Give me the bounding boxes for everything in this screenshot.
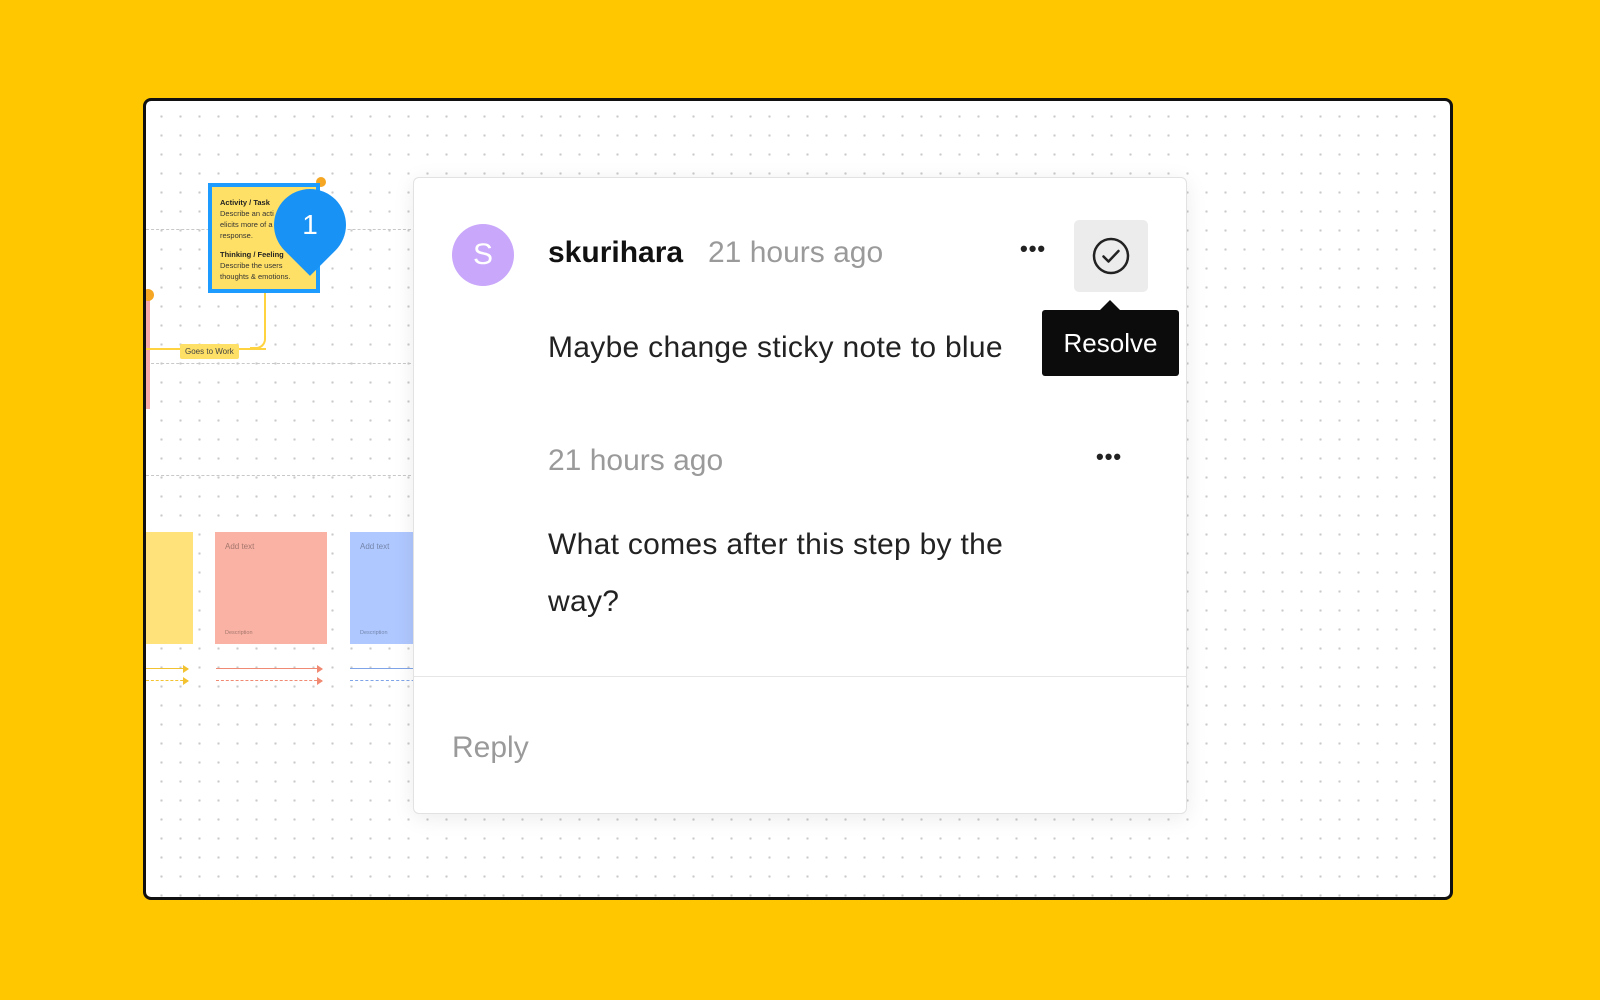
- comment-author: skurihara: [548, 236, 684, 269]
- reply-input[interactable]: Reply: [452, 720, 1142, 776]
- comment-panel: S skurihara 21 hours ago ••• Resolve May…: [413, 177, 1187, 814]
- avatar[interactable]: S: [452, 224, 514, 286]
- divider: [414, 676, 1186, 677]
- sticky-note[interactable]: Add text Description: [215, 532, 327, 644]
- lane-marker: [146, 299, 150, 409]
- sticky-text: thoughts & emotions.: [220, 272, 291, 281]
- reply-timestamp: 21 hours ago: [548, 444, 724, 477]
- resolve-button[interactable]: [1074, 220, 1148, 292]
- emoji-icon: [146, 289, 154, 301]
- more-options-icon[interactable]: •••: [1020, 236, 1046, 262]
- arrow-line: [146, 677, 189, 685]
- row-divider: [146, 475, 416, 476]
- sticky-placeholder: Add text: [225, 542, 255, 551]
- row-divider: [146, 363, 416, 364]
- arrow-line: [146, 665, 189, 673]
- more-options-icon[interactable]: •••: [1096, 444, 1122, 470]
- reply-body: What comes after this step by the: [548, 528, 1004, 561]
- connector-label[interactable]: Goes to Work: [180, 344, 239, 359]
- comment-timestamp: 21 hours ago: [708, 236, 884, 269]
- connector-line: [250, 293, 266, 349]
- sticky-placeholder: Add text: [360, 542, 390, 551]
- reply-body: way?: [548, 585, 620, 618]
- arrow-line: [216, 677, 323, 685]
- comment-body: Maybe change sticky note to blue: [548, 331, 1003, 364]
- resolve-tooltip: Resolve: [1042, 300, 1179, 376]
- arrow-line: [216, 665, 323, 673]
- sticky-note[interactable]: [146, 532, 193, 644]
- sticky-footer: Description: [360, 630, 388, 636]
- sticky-footer: Description: [225, 630, 253, 636]
- comment-pin-number: 1: [302, 209, 318, 240]
- check-circle-icon: [1092, 237, 1130, 275]
